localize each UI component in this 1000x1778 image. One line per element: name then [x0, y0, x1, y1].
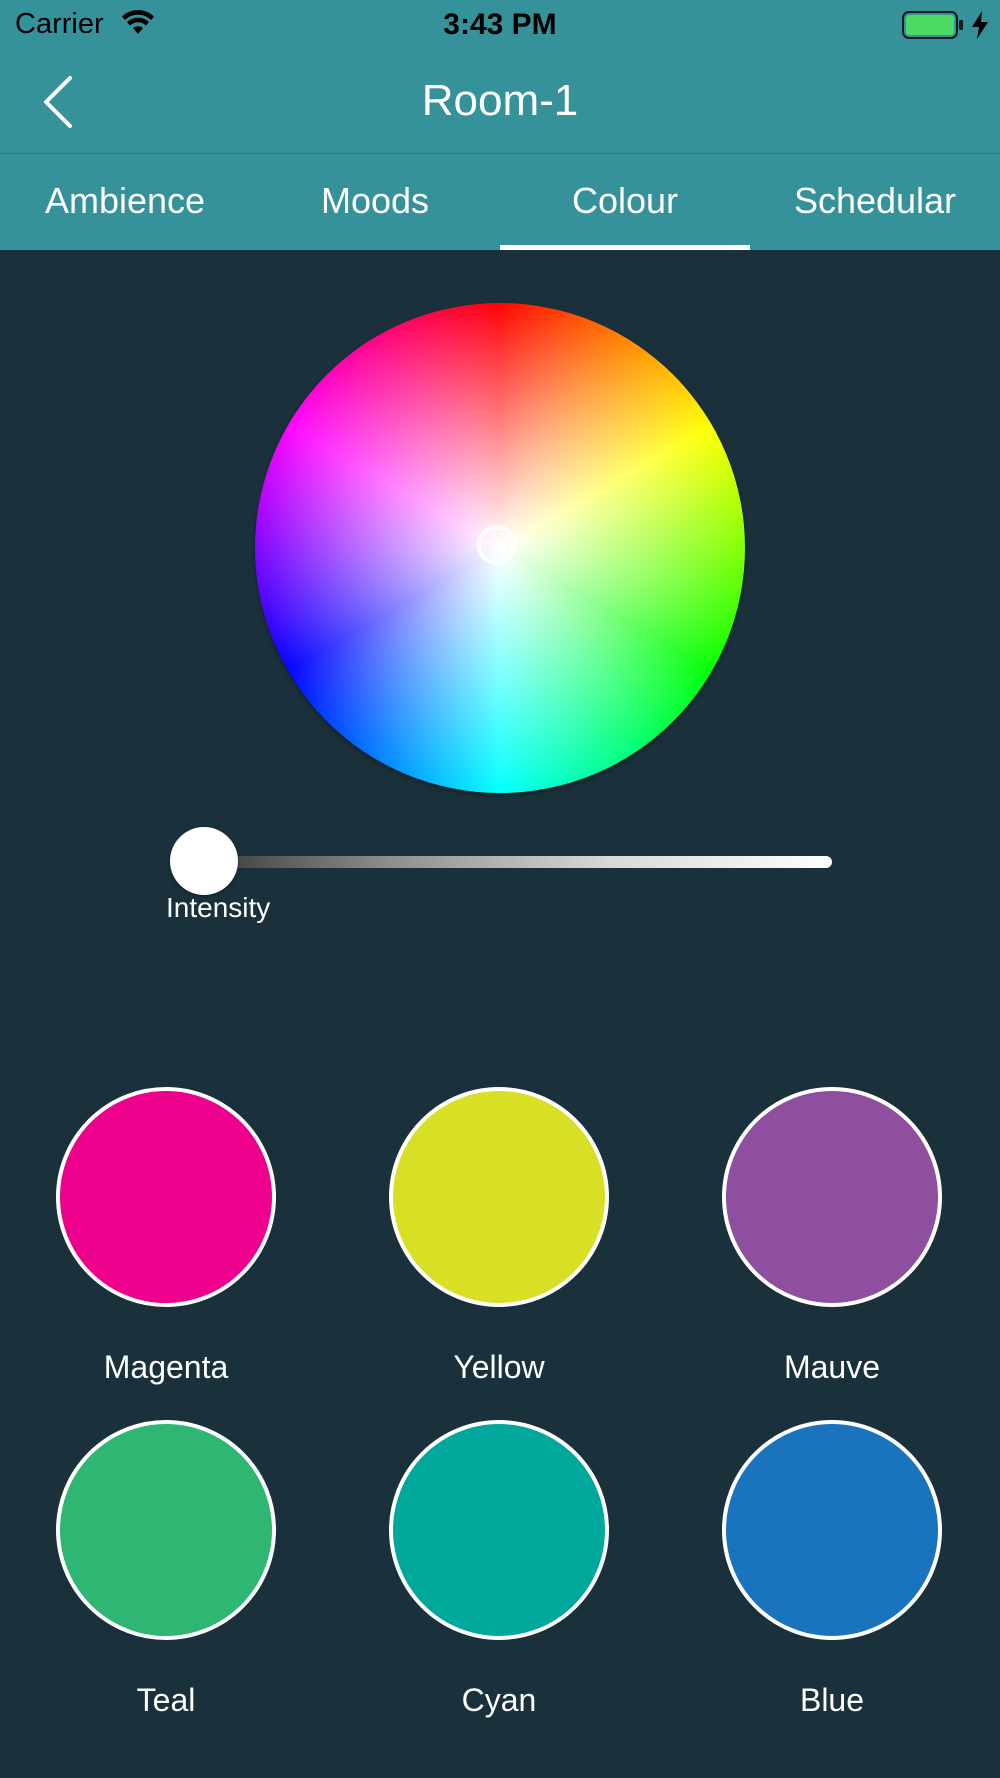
intensity-slider-track[interactable] [204, 856, 832, 868]
color-wheel-container [255, 303, 745, 793]
preset-swatch [722, 1420, 942, 1640]
preset-swatch [56, 1420, 276, 1640]
preset-swatch [389, 1420, 609, 1640]
tab-moods[interactable]: Moods [250, 154, 500, 250]
preset-label: Teal [136, 1682, 196, 1718]
battery-icon [902, 11, 963, 39]
page-title: Room-1 [421, 76, 579, 125]
preset-label: Yellow [453, 1349, 545, 1385]
tab-colour[interactable]: Colour [500, 154, 750, 250]
preset-magenta[interactable]: Magenta [56, 1087, 276, 1385]
tab-selected-indicator [500, 245, 750, 250]
tab-schedular[interactable]: Schedular [750, 154, 1000, 250]
tab-ambience[interactable]: Ambience [0, 154, 250, 250]
nav-bar: Room-1 [0, 50, 1000, 153]
preset-swatch [722, 1087, 942, 1307]
status-bar: Carrier 3:43 PM [0, 0, 1000, 50]
preset-blue[interactable]: Blue [722, 1420, 942, 1718]
color-picker-handle[interactable] [477, 525, 517, 565]
preset-swatch [389, 1087, 609, 1307]
preset-mauve[interactable]: Mauve [722, 1087, 942, 1385]
preset-label: Magenta [103, 1349, 229, 1385]
preset-label: Mauve [783, 1349, 881, 1385]
preset-label: Cyan [461, 1682, 537, 1718]
preset-cyan[interactable]: Cyan [389, 1420, 609, 1718]
status-time: 3:43 PM [443, 8, 557, 41]
preset-swatch [56, 1087, 276, 1307]
charging-icon [972, 11, 988, 39]
preset-yellow[interactable]: Yellow [389, 1087, 609, 1385]
intensity-slider-thumb[interactable] [170, 827, 238, 895]
app-header: Carrier 3:43 PM Room-1 Ambience Moods Co… [0, 0, 1000, 250]
preset-label: Blue [799, 1682, 865, 1718]
tab-bar: Ambience Moods Colour Schedular [0, 154, 1000, 250]
preset-teal[interactable]: Teal [56, 1420, 276, 1718]
intensity-label: Intensity [166, 892, 271, 923]
